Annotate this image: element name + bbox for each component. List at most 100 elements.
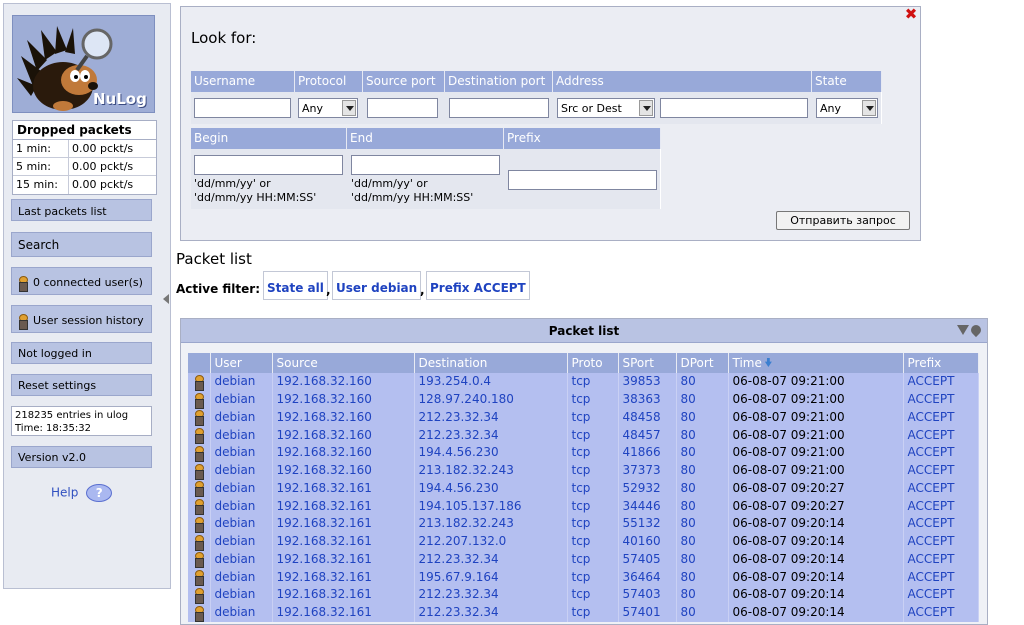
cell-user[interactable]: debian bbox=[210, 390, 273, 409]
cell-destination[interactable]: 212.23.32.34 bbox=[414, 426, 568, 444]
cell-source[interactable]: 192.168.32.160 bbox=[272, 373, 415, 391]
cell-sport[interactable]: 36464 bbox=[618, 568, 677, 586]
cell-source[interactable]: 192.168.32.161 bbox=[272, 603, 415, 622]
cell-source[interactable]: 192.168.32.161 bbox=[272, 515, 415, 533]
cell-sport[interactable]: 38363 bbox=[618, 390, 677, 409]
cell-source[interactable]: 192.168.32.160 bbox=[272, 461, 415, 480]
cell-prefix[interactable]: ACCEPT bbox=[903, 532, 979, 551]
cell-destination[interactable]: 212.207.132.0 bbox=[414, 532, 568, 551]
session-history-link[interactable]: User session history bbox=[11, 305, 152, 333]
table-row[interactable]: debian 192.168.32.161 194.105.137.186 tcp 34… bbox=[188, 497, 979, 516]
cell-proto[interactable]: tcp bbox=[567, 373, 619, 391]
cell-proto[interactable]: tcp bbox=[567, 461, 619, 480]
cell-prefix[interactable]: ACCEPT bbox=[903, 479, 979, 498]
column-header-user[interactable]: User bbox=[210, 353, 273, 373]
cell-prefix[interactable]: ACCEPT bbox=[903, 515, 979, 533]
favorite-icon[interactable] bbox=[968, 322, 984, 338]
cell-sport[interactable]: 48457 bbox=[618, 426, 677, 444]
cell-user[interactable]: debian bbox=[210, 532, 273, 551]
table-row[interactable]: debian 192.168.32.160 213.182.32.243 tcp 373… bbox=[188, 461, 979, 480]
cell-proto[interactable]: tcp bbox=[567, 568, 619, 586]
cell-sport[interactable]: 41866 bbox=[618, 444, 677, 462]
column-header-destination[interactable]: Destination bbox=[414, 353, 568, 373]
submit-query-button[interactable]: Отправить запрос bbox=[776, 211, 910, 230]
prefix-input[interactable] bbox=[508, 170, 657, 190]
cell-proto[interactable]: tcp bbox=[567, 408, 619, 427]
table-row[interactable]: debian 192.168.32.160 212.23.32.34 tcp 48458… bbox=[188, 408, 979, 427]
last-packets-link[interactable]: Last packets list bbox=[11, 199, 152, 221]
protocol-select[interactable]: Any bbox=[298, 98, 358, 118]
cell-source[interactable]: 192.168.32.161 bbox=[272, 586, 415, 604]
cell-proto[interactable]: tcp bbox=[567, 515, 619, 533]
cell-proto[interactable]: tcp bbox=[567, 479, 619, 498]
cell-dport[interactable]: 80 bbox=[676, 568, 729, 586]
cell-dport[interactable]: 80 bbox=[676, 532, 729, 551]
cell-prefix[interactable]: ACCEPT bbox=[903, 408, 979, 427]
cell-dport[interactable]: 80 bbox=[676, 550, 729, 569]
cell-prefix[interactable]: ACCEPT bbox=[903, 444, 979, 462]
cell-dport[interactable]: 80 bbox=[676, 444, 729, 462]
help-link[interactable]: Help ? bbox=[51, 484, 113, 502]
cell-destination[interactable]: 194.4.56.230 bbox=[414, 479, 568, 498]
table-row[interactable]: debian 192.168.32.160 128.97.240.180 tcp 383… bbox=[188, 390, 979, 409]
close-icon[interactable]: ✖ bbox=[904, 7, 918, 22]
cell-sport[interactable]: 34446 bbox=[618, 497, 677, 515]
cell-dport[interactable]: 80 bbox=[676, 586, 729, 604]
cell-user[interactable]: debian bbox=[210, 461, 273, 480]
table-row[interactable]: debian 192.168.32.161 212.207.132.0 tcp 4016… bbox=[188, 532, 979, 551]
cell-sport[interactable]: 57405 bbox=[618, 550, 677, 569]
cell-proto[interactable]: tcp bbox=[567, 603, 619, 622]
login-status[interactable]: Not logged in bbox=[11, 342, 152, 364]
begin-date-input[interactable] bbox=[194, 155, 343, 175]
cell-destination[interactable]: 194.4.56.230 bbox=[414, 444, 568, 462]
cell-source[interactable]: 192.168.32.161 bbox=[272, 550, 415, 569]
table-row[interactable]: debian 192.168.32.161 213.182.32.243 tcp 551… bbox=[188, 515, 979, 533]
cell-source[interactable]: 192.168.32.161 bbox=[272, 568, 415, 586]
cell-source[interactable]: 192.168.32.160 bbox=[272, 444, 415, 462]
cell-prefix[interactable]: ACCEPT bbox=[903, 550, 979, 569]
collapse-panel-icon[interactable] bbox=[957, 325, 969, 335]
column-header-prefix[interactable]: Prefix bbox=[903, 353, 979, 373]
cell-destination[interactable]: 212.23.32.34 bbox=[414, 550, 568, 569]
cell-sport[interactable]: 57401 bbox=[618, 603, 677, 622]
reset-settings-button[interactable]: Reset settings bbox=[11, 374, 152, 396]
table-row[interactable]: debian 192.168.32.161 212.23.32.34 tcp 57405… bbox=[188, 550, 979, 569]
cell-destination[interactable]: 212.23.32.34 bbox=[414, 408, 568, 427]
cell-proto[interactable]: tcp bbox=[567, 426, 619, 444]
source-port-input[interactable] bbox=[367, 98, 438, 118]
nulog-logo[interactable]: NuLog bbox=[12, 15, 155, 113]
cell-destination[interactable]: 195.67.9.164 bbox=[414, 568, 568, 586]
table-row[interactable]: debian 192.168.32.161 194.4.56.230 tcp 52932… bbox=[188, 479, 979, 498]
cell-dport[interactable]: 80 bbox=[676, 515, 729, 533]
filter-chip-state[interactable]: State all bbox=[263, 271, 328, 300]
table-row[interactable]: debian 192.168.32.160 212.23.32.34 tcp 48457… bbox=[188, 426, 979, 445]
table-row[interactable]: debian 192.168.32.161 212.23.32.34 tcp 57403… bbox=[188, 586, 979, 604]
cell-destination[interactable]: 212.23.32.34 bbox=[414, 603, 568, 622]
destination-port-input[interactable] bbox=[449, 98, 549, 118]
cell-user[interactable]: debian bbox=[210, 568, 273, 586]
cell-user[interactable]: debian bbox=[210, 479, 273, 498]
cell-sport[interactable]: 52932 bbox=[618, 479, 677, 498]
cell-proto[interactable]: tcp bbox=[567, 532, 619, 551]
cell-dport[interactable]: 80 bbox=[676, 390, 729, 409]
end-date-input[interactable] bbox=[351, 155, 500, 175]
cell-prefix[interactable]: ACCEPT bbox=[903, 373, 979, 391]
cell-source[interactable]: 192.168.32.161 bbox=[272, 479, 415, 498]
cell-dport[interactable]: 80 bbox=[676, 408, 729, 427]
address-mode-select[interactable]: Src or Dest bbox=[557, 98, 655, 118]
cell-user[interactable]: debian bbox=[210, 586, 273, 604]
cell-user[interactable]: debian bbox=[210, 373, 273, 391]
cell-prefix[interactable]: ACCEPT bbox=[903, 497, 979, 515]
cell-prefix[interactable]: ACCEPT bbox=[903, 390, 979, 409]
cell-user[interactable]: debian bbox=[210, 426, 273, 444]
cell-user[interactable]: debian bbox=[210, 408, 273, 427]
connected-users-link[interactable]: 0 connected user(s) bbox=[11, 267, 152, 295]
cell-dport[interactable]: 80 bbox=[676, 373, 729, 391]
cell-sport[interactable]: 39853 bbox=[618, 373, 677, 391]
cell-proto[interactable]: tcp bbox=[567, 390, 619, 409]
cell-prefix[interactable]: ACCEPT bbox=[903, 568, 979, 586]
cell-proto[interactable]: tcp bbox=[567, 550, 619, 569]
cell-user[interactable]: debian bbox=[210, 515, 273, 533]
cell-user[interactable]: debian bbox=[210, 444, 273, 462]
cell-destination[interactable]: 193.254.0.4 bbox=[414, 373, 568, 391]
